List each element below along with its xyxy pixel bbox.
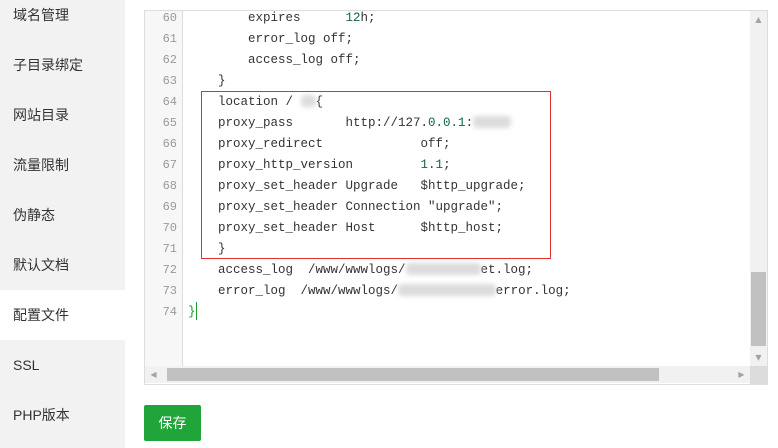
line-number: 62 (162, 52, 177, 67)
number-token: 1.1 (420, 157, 444, 172)
code-token: proxy_set_header Upgrade $http_upgrade; (188, 178, 526, 193)
code-token: proxy_http_version (188, 157, 421, 172)
line-number: 67 (162, 157, 177, 172)
redacted-text (473, 116, 511, 129)
code-line[interactable]: 63 } (145, 71, 750, 92)
code-token: access_log /www/wwwlogs/ (188, 262, 406, 277)
line-number: 63 (162, 73, 177, 88)
code-text[interactable]: proxy_set_header Host $http_host; (182, 218, 750, 239)
code-token: proxy_set_header Connection "upgrade"; (188, 199, 504, 214)
code-token: { (315, 94, 324, 109)
code-text[interactable]: proxy_pass http://127.0.0.1: (182, 113, 750, 134)
vertical-scroll-thumb[interactable] (751, 272, 766, 346)
code-token: h; (360, 10, 376, 25)
scroll-right-arrow-icon[interactable]: ▶ (733, 366, 750, 383)
sidebar-item-traffic-limit[interactable]: 流量限制 (0, 140, 125, 190)
code-line[interactable]: 66 proxy_redirect off; (145, 134, 750, 155)
sidebar-menu: 域名管理 子目录绑定 网站目录 流量限制 伪静态 默认文档 配置文件 SSL P… (0, 0, 125, 440)
code-line[interactable]: 65 proxy_pass http://127.0.0.1: (145, 113, 750, 134)
redacted-text (300, 95, 316, 108)
code-token: location / (188, 94, 301, 109)
code-token: proxy_pass http://127. (188, 115, 429, 130)
redacted-text (405, 263, 481, 276)
code-text[interactable]: error_log off; (182, 29, 750, 50)
save-button[interactable]: 保存 (144, 405, 201, 441)
scroll-up-arrow-icon[interactable]: ▲ (750, 11, 767, 28)
horizontal-scroll-thumb[interactable] (167, 368, 659, 381)
code-line[interactable]: 62 access_log off; (145, 50, 750, 71)
code-text[interactable]: access_log /www/wwwlogs/et.log; (182, 260, 750, 281)
code-token: } (188, 73, 226, 88)
code-line[interactable]: 61 error_log off; (145, 29, 750, 50)
line-number: 73 (162, 283, 177, 298)
settings-sidebar: 域名管理 子目录绑定 网站目录 流量限制 伪静态 默认文档 配置文件 SSL P… (0, 0, 125, 448)
code-text[interactable]: proxy_redirect off; (182, 134, 750, 155)
line-number: 65 (162, 115, 177, 130)
code-line[interactable]: 71 } (145, 239, 750, 260)
code-lines[interactable]: 60 expires 12h; 61 error_log off; 62 acc… (145, 10, 750, 323)
scroll-down-arrow-icon[interactable]: ▼ (750, 349, 767, 366)
code-token: error_log /www/wwwlogs/ (188, 283, 399, 298)
code-token: expires (188, 10, 346, 25)
code-token: error.log; (495, 283, 571, 298)
matching-bracket-token: } (188, 304, 196, 319)
sidebar-item-default-document[interactable]: 默认文档 (0, 240, 125, 290)
line-number: 69 (162, 199, 177, 214)
code-line[interactable]: 64 location / { (145, 92, 750, 113)
code-text[interactable]: proxy_set_header Connection "upgrade"; (182, 197, 750, 218)
line-number: 70 (162, 220, 177, 235)
code-text[interactable]: access_log off; (182, 50, 750, 71)
line-number: 68 (162, 178, 177, 193)
code-token: proxy_set_header Host $http_host; (188, 220, 504, 235)
sidebar-item-domain-management[interactable]: 域名管理 (0, 0, 125, 40)
code-text[interactable]: proxy_set_header Upgrade $http_upgrade; (182, 176, 750, 197)
code-text[interactable]: error_log /www/wwwlogs/error.log; (182, 281, 750, 302)
code-line[interactable]: 70 proxy_set_header Host $http_host; (145, 218, 750, 239)
vertical-scrollbar[interactable]: ▲ ▼ (750, 11, 767, 366)
code-text[interactable]: expires 12h; (182, 10, 750, 29)
code-line[interactable]: 68 proxy_set_header Upgrade $http_upgrad… (145, 176, 750, 197)
sidebar-item-site-directory[interactable]: 网站目录 (0, 90, 125, 140)
line-number: 66 (162, 136, 177, 151)
code-line[interactable]: 67 proxy_http_version 1.1; (145, 155, 750, 176)
number-token: 0.0.1 (428, 115, 466, 130)
code-line[interactable]: 60 expires 12h; (145, 10, 750, 29)
sidebar-item-php-version[interactable]: PHP版本 (0, 390, 125, 440)
code-token: error_log off; (188, 31, 354, 46)
code-line[interactable]: 72 access_log /www/wwwlogs/et.log; (145, 260, 750, 281)
line-number: 60 (162, 10, 177, 25)
sidebar-item-subdirectory-binding[interactable]: 子目录绑定 (0, 40, 125, 90)
number-token: 12 (345, 10, 361, 25)
line-number: 71 (162, 241, 177, 256)
code-text[interactable]: proxy_http_version 1.1; (182, 155, 750, 176)
code-line[interactable]: 74} (145, 302, 750, 323)
line-number: 64 (162, 94, 177, 109)
code-text[interactable]: } (182, 71, 750, 92)
sidebar-item-rewrite[interactable]: 伪静态 (0, 190, 125, 240)
scrollbar-corner (750, 366, 767, 384)
line-number: 72 (162, 262, 177, 277)
code-token: ; (443, 157, 451, 172)
horizontal-scrollbar[interactable]: ◀ ▶ (145, 366, 750, 383)
code-line[interactable]: 69 proxy_set_header Connection "upgrade"… (145, 197, 750, 218)
code-token: } (188, 241, 226, 256)
sidebar-item-config-file[interactable]: 配置文件 (0, 290, 125, 340)
line-number: 74 (162, 304, 177, 319)
redacted-text (398, 284, 496, 297)
code-token: et.log; (480, 262, 534, 277)
code-token: : (465, 115, 474, 130)
code-token: access_log off; (188, 52, 361, 67)
code-text[interactable]: } (182, 239, 750, 260)
code-text[interactable]: location / { (182, 92, 750, 113)
config-code-editor[interactable]: 60 expires 12h; 61 error_log off; 62 acc… (144, 10, 768, 385)
line-number: 61 (162, 31, 177, 46)
code-text[interactable]: } (182, 302, 750, 323)
code-line[interactable]: 73 error_log /www/wwwlogs/error.log; (145, 281, 750, 302)
text-cursor (195, 302, 197, 321)
code-token: proxy_redirect off; (188, 136, 451, 151)
sidebar-item-ssl[interactable]: SSL (0, 340, 125, 390)
scroll-left-arrow-icon[interactable]: ◀ (145, 366, 162, 383)
